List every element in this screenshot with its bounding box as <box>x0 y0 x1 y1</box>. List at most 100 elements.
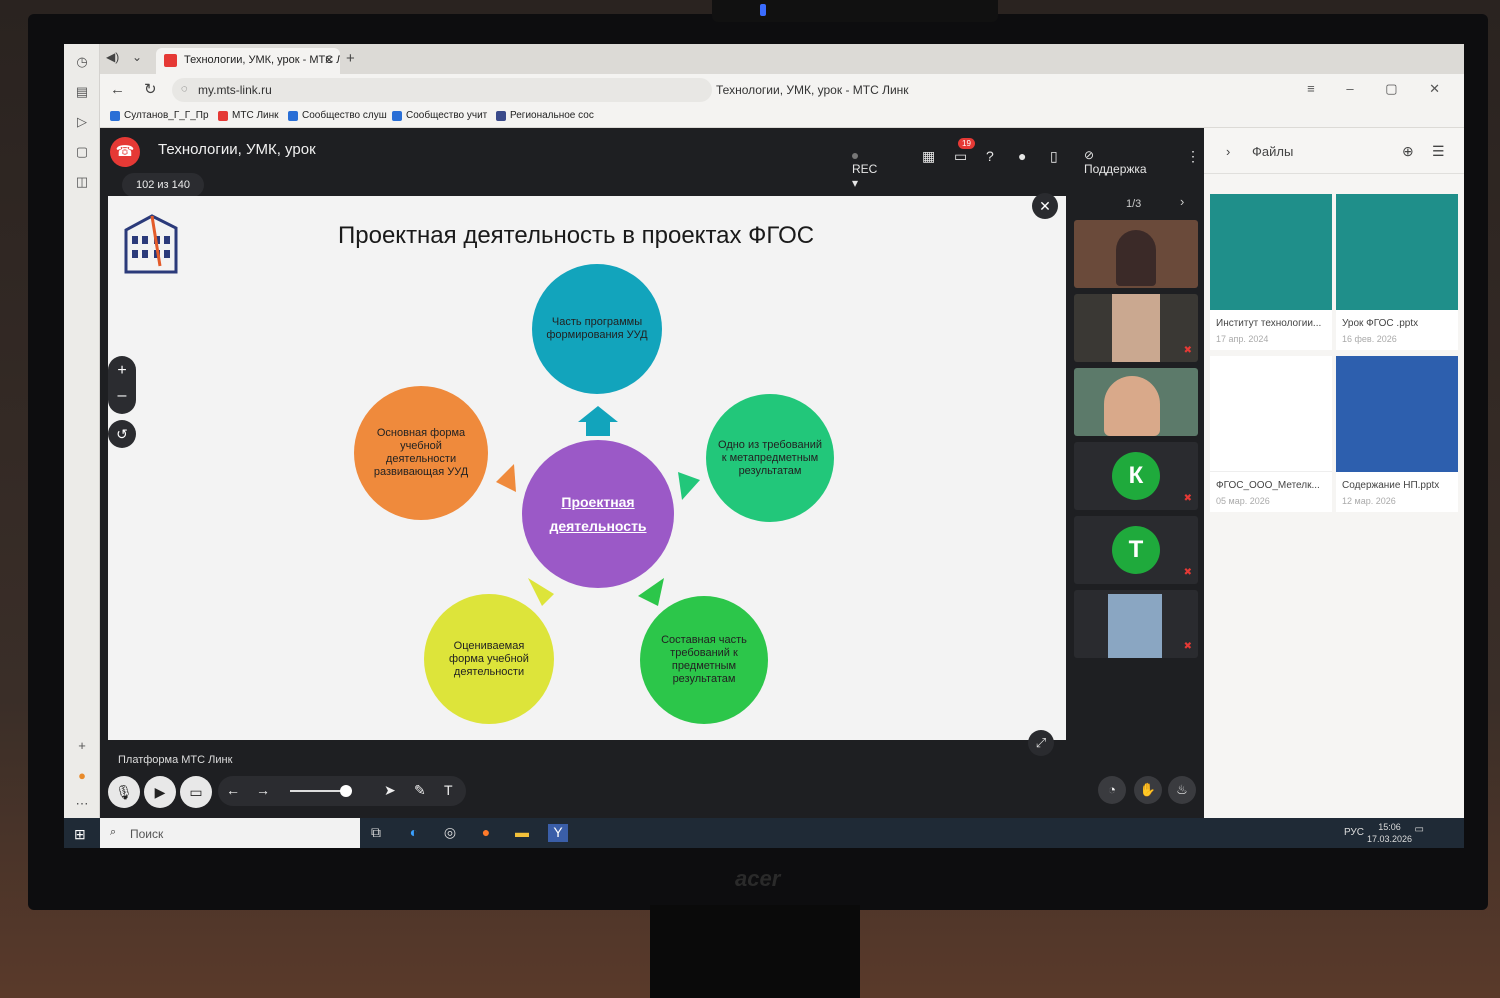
screen-share-button[interactable]: ▭ <box>180 776 212 808</box>
url-field[interactable]: ◌ my.mts-link.ru <box>172 78 712 102</box>
chevron-right-icon[interactable]: › <box>1180 194 1184 209</box>
participant-avatar-tile[interactable]: Т ✖ <box>1074 516 1198 584</box>
participant-video[interactable] <box>1074 220 1198 288</box>
fullscreen-button[interactable]: ⤢ <box>1028 730 1054 756</box>
collections-icon[interactable]: ▤ <box>72 82 92 102</box>
close-slide-button[interactable]: ✕ <box>1032 193 1058 219</box>
support-button[interactable]: ⊘ Поддержка <box>1084 148 1147 176</box>
bookmark-item[interactable]: МТС Линк <box>218 110 288 121</box>
clock-time: 15:06 <box>1378 822 1401 832</box>
file-card[interactable]: ФГОС_ООО_Метелк... 05 мар. 2026 <box>1210 356 1332 512</box>
bookmark-item[interactable]: Сообщество учит <box>392 110 492 121</box>
file-card[interactable]: Содержание НП.pptx 12 мар. 2026 <box>1336 356 1458 512</box>
webcam <box>712 0 998 22</box>
windows-taskbar: ⊞ ⌕ Поиск ⧉ ◐ ◎ ● ▬ Y РУС 15:06 17.03.20… <box>64 818 1464 848</box>
participant-video[interactable] <box>1074 368 1198 436</box>
question-icon[interactable]: ? <box>986 148 994 164</box>
file-name: ФГОС_ООО_Метелк... <box>1216 480 1320 491</box>
participant-video[interactable]: ✖ <box>1074 294 1198 362</box>
reactions-button[interactable]: ♨ <box>1168 776 1196 804</box>
avatar: К <box>1112 452 1160 500</box>
timer-button[interactable]: ◔ <box>1098 776 1126 804</box>
file-card[interactable]: Институт технологии... 17 апр. 2024 <box>1210 194 1332 350</box>
mts-link-logo-icon <box>218 111 228 121</box>
pen-icon[interactable]: ✎ <box>414 782 426 799</box>
mts-link-logo-icon <box>164 54 177 67</box>
diagram-arrows <box>496 406 700 606</box>
arrow-left-icon[interactable]: ← <box>226 782 240 798</box>
chat-icon[interactable]: ▭ <box>954 148 967 165</box>
monitor-stand <box>650 905 860 998</box>
mic-muted-icon: ✖ <box>1183 567 1192 578</box>
zoom-out-button[interactable]: – <box>108 385 136 414</box>
clock[interactable]: 15:06 17.03.2026 <box>1367 821 1412 845</box>
add-icon[interactable]: + <box>72 736 92 756</box>
bookmark-item[interactable]: Региональное сос <box>496 110 596 121</box>
participant-avatar-tile[interactable]: К ✖ <box>1074 442 1198 510</box>
history-icon[interactable]: ◷ <box>72 52 92 72</box>
hangup-button[interactable]: ☎ <box>110 137 140 167</box>
tab-bar: ◀) ⌄ Технологии, УМК, урок - МТС Линк ✕ … <box>100 44 1464 74</box>
participant-figure <box>1116 230 1156 286</box>
sound-icon[interactable]: ◀) <box>106 50 119 64</box>
participant-video[interactable]: ✖ <box>1074 590 1198 658</box>
files-icon[interactable]: ▯ <box>1050 148 1058 165</box>
play-icon[interactable]: ▷ <box>72 112 92 132</box>
tabs-count-icon[interactable]: ▢ <box>72 142 92 162</box>
close-icon[interactable]: ✕ <box>324 53 334 67</box>
text-tool-icon[interactable]: T <box>444 782 453 798</box>
webcam-light <box>760 4 766 16</box>
agenda-icon[interactable]: ▦ <box>922 148 935 165</box>
camera-button[interactable]: ▶ <box>144 776 176 808</box>
bookmark-item[interactable]: Султанов_Г_Г_Пр <box>110 110 212 121</box>
mail-icon[interactable]: ● <box>72 766 92 786</box>
add-file-icon[interactable]: ⊕ <box>1402 143 1414 160</box>
mic-muted-icon: ✖ <box>1183 493 1192 504</box>
language-indicator[interactable]: РУС <box>1344 827 1364 838</box>
more-vertical-icon[interactable]: ⋮ <box>1186 148 1200 165</box>
bookmark-item[interactable]: Сообщество слуш <box>288 110 388 121</box>
raise-hand-button[interactable]: ✋ <box>1134 776 1162 804</box>
file-date: 05 мар. 2026 <box>1216 496 1270 506</box>
firefox-icon[interactable]: ● <box>476 824 496 842</box>
browser-c-icon[interactable]: ◎ <box>440 824 460 842</box>
participants-icon[interactable]: ● <box>1018 148 1026 164</box>
chevron-down-icon[interactable]: ⌄ <box>132 50 142 64</box>
task-view-icon[interactable]: ⧉ <box>366 824 386 842</box>
files-panel: › Файлы ⊕ ☰ Институт технологии... 17 ап… <box>1204 128 1464 818</box>
new-tab-button[interactable]: + <box>346 50 355 67</box>
microphone-button[interactable]: 🎙 <box>108 776 140 808</box>
screenshot-icon[interactable]: ◫ <box>72 172 92 192</box>
rec-button[interactable]: REC ▾ <box>852 148 877 190</box>
arrow-down-right-icon <box>638 578 664 606</box>
slide-counter: 102 из 140 <box>122 173 205 197</box>
file-explorer-icon[interactable]: ▬ <box>512 824 532 842</box>
arrow-right-icon[interactable]: → <box>256 782 270 798</box>
tab-title: Технологии, УМК, урок - МТС Линк <box>184 54 340 66</box>
lock-icon: ◌ <box>181 83 188 95</box>
reload-icon[interactable]: ↻ <box>144 80 157 98</box>
windows-start-icon[interactable]: ⊞ <box>74 826 86 843</box>
yandex-browser-icon[interactable]: Y <box>548 824 568 842</box>
list-view-icon[interactable]: ☰ <box>1432 143 1445 160</box>
chevron-right-icon[interactable]: › <box>1226 144 1230 159</box>
window-controls[interactable]: ≡ – ▢ ✕ <box>1307 81 1454 97</box>
edge-icon[interactable]: ◐ <box>404 824 424 842</box>
pointer-icon[interactable]: ➤ <box>384 782 396 799</box>
file-name: Институт технологии... <box>1216 318 1322 329</box>
vk-icon <box>110 111 120 121</box>
files-header: › Файлы ⊕ ☰ <box>1204 128 1464 174</box>
more-icon[interactable]: ⋯ <box>72 794 92 814</box>
reset-view-button[interactable]: ↺ <box>108 420 136 448</box>
stroke-slider-knob[interactable] <box>340 785 352 797</box>
arrow-left-icon <box>496 464 516 492</box>
zoom-in-button[interactable]: + <box>108 356 136 385</box>
chat-badge: 19 <box>958 138 975 149</box>
page-title: Технологии, УМК, урок - МТС Линк <box>716 83 909 97</box>
taskbar-search[interactable]: ⌕ Поиск <box>100 818 360 848</box>
notification-icon[interactable]: ▭ <box>1415 824 1424 835</box>
arrow-right-icon <box>678 472 700 500</box>
browser-tab[interactable]: Технологии, УМК, урок - МТС Линк ✕ <box>156 48 340 74</box>
file-card[interactable]: Урок ФГОС .pptx 16 фев. 2026 <box>1336 194 1458 350</box>
back-arrow-icon[interactable]: ← <box>110 81 125 98</box>
